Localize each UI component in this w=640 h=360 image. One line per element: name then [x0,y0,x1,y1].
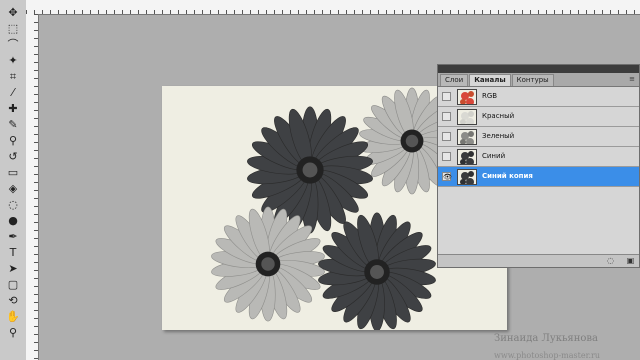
channel-thumbnail-image [460,111,474,124]
channel-thumbnail-image [460,171,474,184]
crop-tool-icon[interactable]: ⌗ [6,70,20,84]
channel-blue[interactable]: Синий [438,147,639,167]
magic-wand-tool-icon[interactable]: ✦ [6,54,20,68]
flower-core [261,257,275,271]
channel-thumbnail-image [460,91,474,104]
clone-stamp-tool-icon[interactable]: ⚲ [6,134,20,148]
flower-core [405,134,419,148]
save-selection-as-channel-icon[interactable]: ▣ [626,256,635,265]
channel-label: Синий [482,152,506,160]
site-watermark: www.photoshop-master.ru [494,351,601,360]
flower-core [302,162,318,178]
channel-label: Красный [482,112,515,120]
channel-blue-copy[interactable]: 👁 Синий копия [438,167,639,187]
blur-tool-icon[interactable]: ◌ [6,198,20,212]
visibility-toggle[interactable] [442,112,451,121]
healing-brush-tool-icon[interactable]: ✚ [6,102,20,116]
thumbnail-flower [460,179,466,184]
thumbnail-flower [460,139,466,144]
panel-header-bar[interactable] [438,65,639,73]
channels-panel: Слои Каналы Контуры ≡ RGB Красный Зеленый С… [437,64,640,268]
panel-tabs: Слои Каналы Контуры ≡ [438,73,639,87]
brush-tool-icon[interactable]: ✎ [6,118,20,132]
channel-thumbnail [457,169,477,185]
thumbnail-flower [468,131,474,137]
thumbnail-flower [468,111,474,117]
author-watermark: Зинаида Лукьянова [494,333,598,344]
thumbnail-flower [468,151,474,157]
channel-rgb[interactable]: RGB [438,87,639,107]
path-selection-tool-icon[interactable]: ➤ [6,262,20,276]
channel-thumbnail-image [460,131,474,144]
paint-bucket-tool-icon[interactable]: ◈ [6,182,20,196]
zoom-tool-icon[interactable]: ⚲ [6,326,20,340]
eraser-tool-icon[interactable]: ▭ [6,166,20,180]
visibility-toggle[interactable] [442,152,451,161]
thumbnail-flower [468,91,474,97]
eyedropper-tool-icon[interactable]: ⁄ [6,86,20,100]
thumbnail-flower [460,119,466,124]
shape-tool-icon[interactable]: ▢ [6,278,20,292]
channel-thumbnail [457,109,477,125]
tools-panel: ✥ ⬚ ⌒ ✦ ⌗ ⁄ ✚ ✎ ⚲ ↺ ▭ ◈ ◌ ● ✒ T ➤ ▢ ⟲ ✋ ⚲ [0,0,27,360]
3d-rotate-tool-icon[interactable]: ⟲ [6,294,20,308]
channel-thumbnail [457,89,477,105]
tab-channels[interactable]: Каналы [469,74,511,86]
type-tool-icon[interactable]: T [6,246,20,260]
thumbnail-flower [460,99,466,104]
vertical-ruler[interactable] [26,14,39,360]
tab-layers[interactable]: Слои [440,74,469,86]
flower-bottom-right [318,212,436,330]
flower-core [370,265,384,279]
visibility-toggle[interactable] [442,132,451,141]
channel-label: Синий копия [482,172,533,180]
visibility-toggle[interactable] [442,92,451,101]
marquee-tool-icon[interactable]: ⬚ [6,22,20,36]
horizontal-ruler[interactable] [26,0,640,15]
thumbnail-flower [460,159,466,164]
thumbnail-flower [468,171,474,177]
hand-tool-icon[interactable]: ✋ [6,310,20,324]
eye-icon[interactable]: 👁 [442,172,452,181]
channel-red[interactable]: Красный [438,107,639,127]
pen-tool-icon[interactable]: ✒ [6,230,20,244]
tab-paths[interactable]: Контуры [511,74,554,86]
channel-label: RGB [482,92,498,100]
channel-green[interactable]: Зеленый [438,127,639,147]
lasso-tool-icon[interactable]: ⌒ [6,38,20,52]
channel-thumbnail [457,149,477,165]
panel-footer: ◌ ▣ [438,254,639,267]
channel-label: Зеленый [482,132,515,140]
channel-thumbnail-image [460,151,474,164]
channel-thumbnail [457,129,477,145]
dodge-tool-icon[interactable]: ● [6,214,20,228]
history-brush-tool-icon[interactable]: ↺ [6,150,20,164]
load-channel-as-selection-icon[interactable]: ◌ [606,256,615,265]
panel-menu-icon[interactable]: ≡ [629,75,635,83]
move-tool-icon[interactable]: ✥ [6,6,20,20]
